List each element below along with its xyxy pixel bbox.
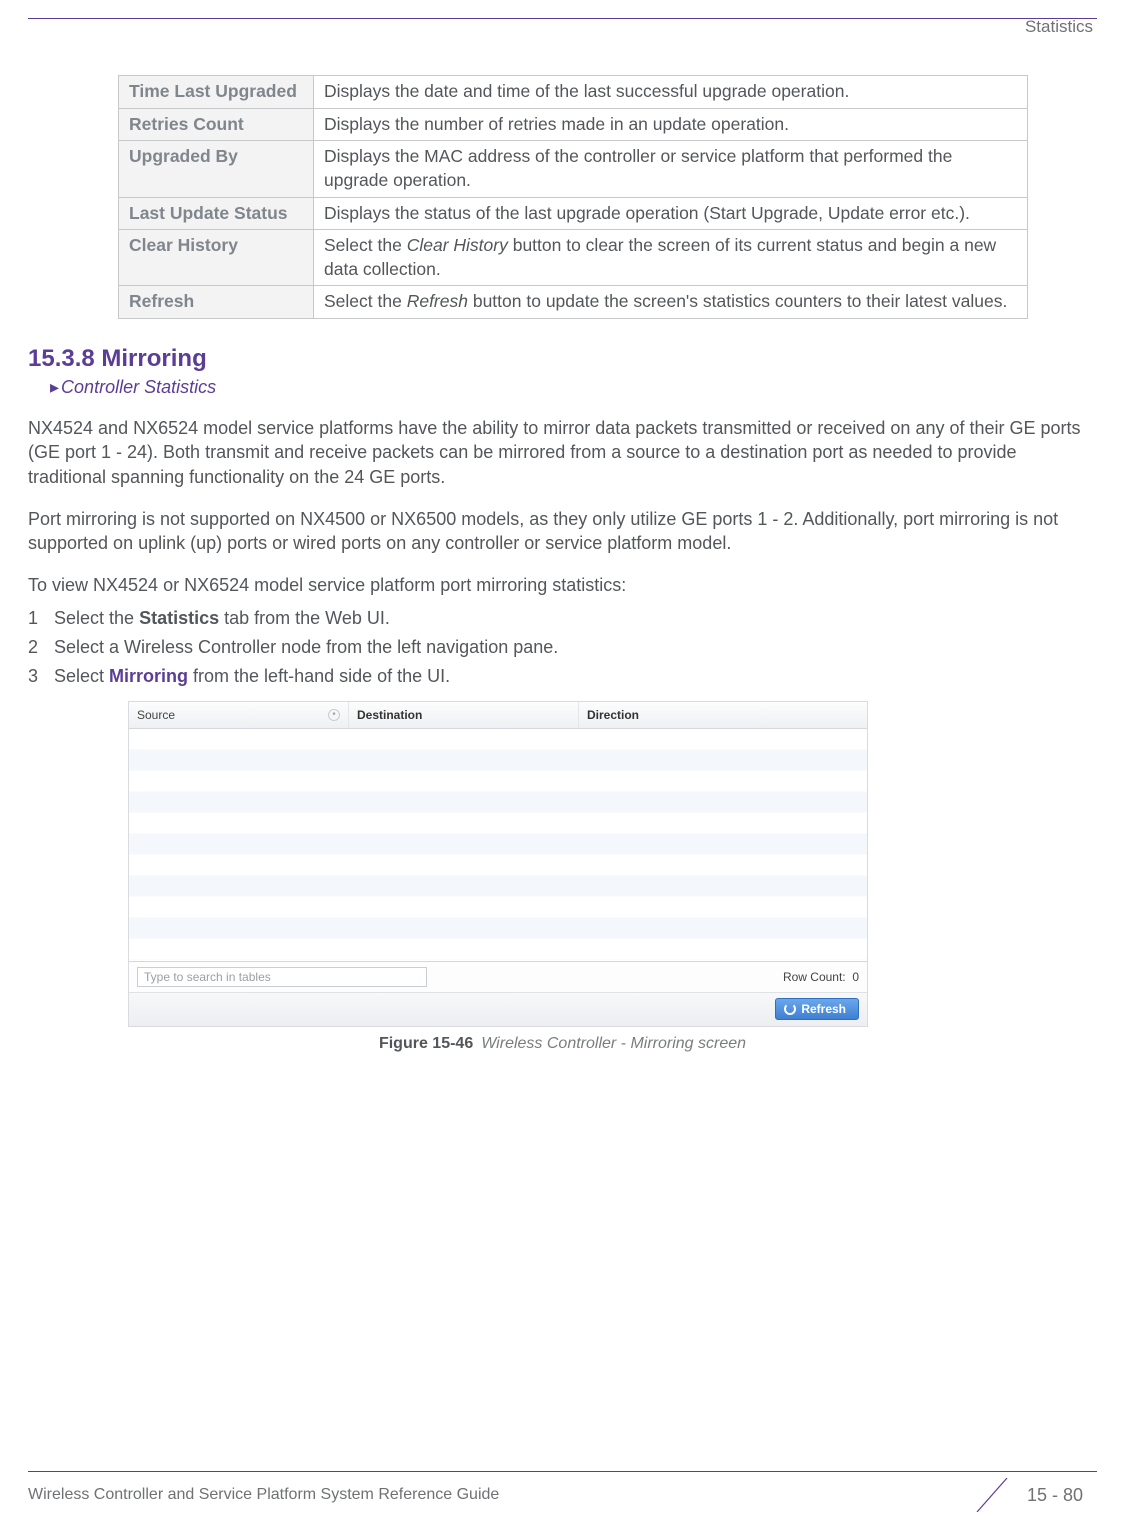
param-label: Refresh [119,286,314,319]
body-paragraph: Port mirroring is not supported on NX450… [28,507,1097,556]
table-header-row: Source • Destination Direction [129,702,867,729]
table-toolbar: Refresh [129,992,867,1026]
param-desc: Select the Refresh button to update the … [314,286,1028,319]
param-label: Upgraded By [119,141,314,197]
param-desc: Displays the status of the last upgrade … [314,197,1028,230]
param-desc: Displays the MAC address of the controll… [314,141,1028,197]
footer-guide-title: Wireless Controller and Service Platform… [28,1486,957,1504]
footer-page-number: 15 - 80 [1027,1485,1097,1506]
section-heading: 15.3.8 Mirroring [28,345,1097,373]
body-paragraph: NX4524 and NX6524 model service platform… [28,416,1097,489]
body-paragraph: To view NX4524 or NX6524 model service p… [28,573,1097,597]
parameters-table: Time Last Upgraded Displays the date and… [118,75,1028,319]
page-footer: Wireless Controller and Service Platform… [28,1471,1097,1512]
refresh-button[interactable]: Refresh [775,998,859,1020]
list-item: 3 Select Mirroring from the left-hand si… [28,666,1097,687]
sort-indicator-icon[interactable]: • [328,709,340,721]
param-desc: Select the Clear History button to clear… [314,230,1028,286]
breadcrumb[interactable]: ▸Controller Statistics [50,377,1097,398]
refresh-icon [784,1003,796,1015]
param-label: Clear History [119,230,314,286]
column-header-destination[interactable]: Destination [349,702,579,728]
param-label: Retries Count [119,108,314,141]
footer-divider-icon [957,1478,1027,1512]
steps-list: 1 Select the Statistics tab from the Web… [28,608,1097,687]
table-body [129,729,867,961]
table-footer: Type to search in tables Row Count: 0 [129,961,867,992]
page-header-section: Statistics [28,17,1097,37]
breadcrumb-arrow-icon: ▸ [50,377,59,397]
param-label: Time Last Upgraded [119,76,314,109]
search-input[interactable]: Type to search in tables [137,967,427,987]
list-item: 1 Select the Statistics tab from the Web… [28,608,1097,629]
param-label: Last Update Status [119,197,314,230]
mirroring-screenshot: Source • Destination Direction Type to s… [128,701,868,1027]
param-desc: Displays the number of retries made in a… [314,108,1028,141]
row-count: Row Count: 0 [783,970,859,984]
list-item: 2 Select a Wireless Controller node from… [28,637,1097,658]
param-desc: Displays the date and time of the last s… [314,76,1028,109]
column-header-direction[interactable]: Direction [579,702,867,728]
figure-caption: Figure 15-46Wireless Controller - Mirror… [28,1035,1097,1053]
column-header-source[interactable]: Source • [129,702,349,728]
